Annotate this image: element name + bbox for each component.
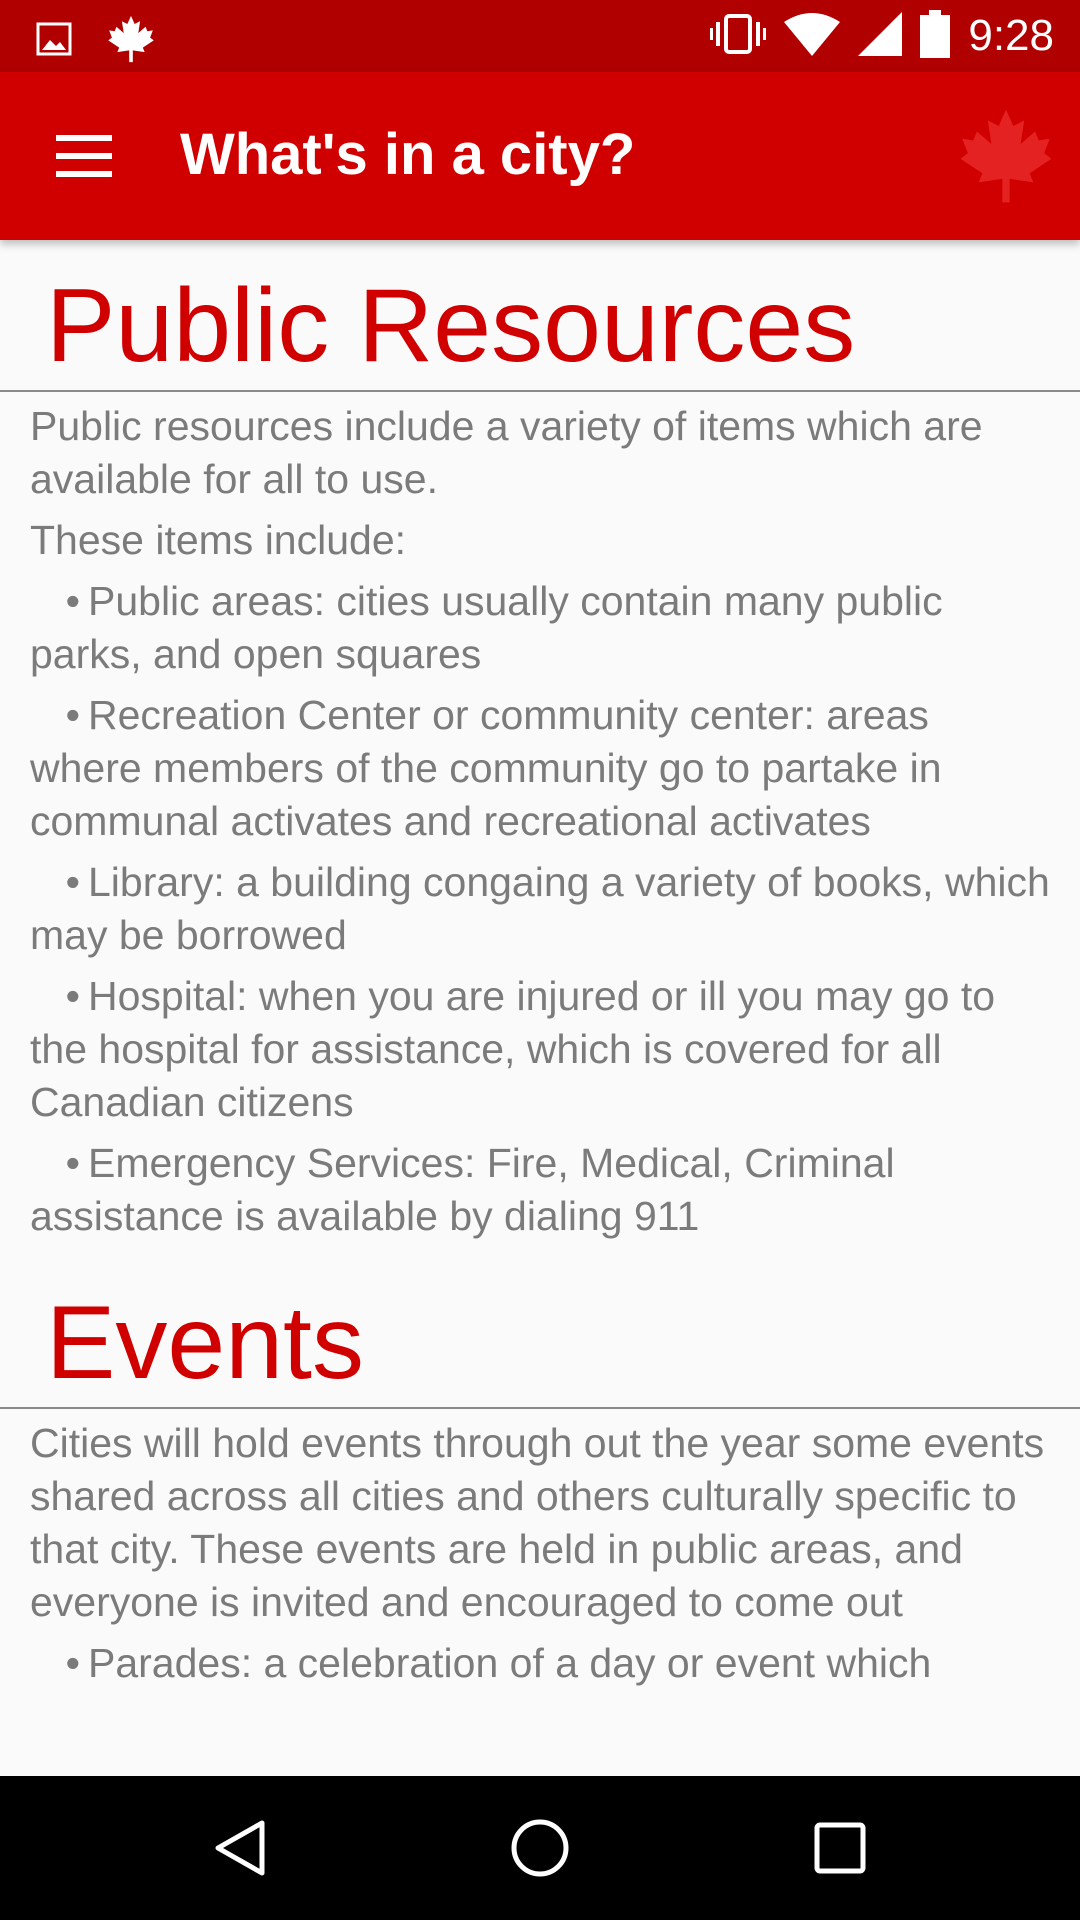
app-title: What's in a city?	[180, 122, 636, 187]
maple-leaf-icon	[108, 14, 154, 69]
list-item: • Emergency Services: Fire, Medical, Crim…	[30, 1140, 895, 1239]
back-triangle-icon[interactable]	[204, 1812, 276, 1884]
content-scroll[interactable]: Public Resources Public resources includ…	[0, 240, 1080, 1776]
wifi-icon	[784, 12, 841, 61]
status-time: 9:28	[968, 11, 1054, 60]
list-item: • Recreation Center or community center: …	[30, 692, 942, 844]
section-heading-public-resources: Public Resources	[46, 268, 856, 384]
events-intro: Cities will hold events through out the …	[30, 1420, 1045, 1625]
hamburger-menu-icon[interactable]	[44, 124, 124, 188]
list-item: • Parades: a celebration of a day or even…	[65, 1640, 932, 1686]
public-resources-list-intro: These items include:	[30, 517, 407, 563]
maple-leaf-logo-icon	[960, 106, 1052, 211]
list-item: • Hospital: when you are injured or ill y…	[30, 973, 996, 1125]
section-heading-events: Events	[46, 1285, 364, 1401]
list-item: • Public areas: cities usually contain ma…	[30, 578, 943, 677]
home-circle-icon[interactable]	[504, 1812, 576, 1884]
image-icon	[36, 22, 72, 61]
list-item: • Library: a building congaing a variety …	[30, 859, 1050, 958]
battery-icon	[920, 9, 951, 63]
cell-signal-icon	[858, 11, 903, 61]
app-bar: What's in a city?	[0, 72, 1080, 240]
vibrate-icon	[710, 12, 767, 61]
public-resources-intro: Public resources include a variety of it…	[30, 403, 983, 502]
recents-square-icon[interactable]	[804, 1812, 876, 1884]
navigation-bar	[0, 1776, 1080, 1920]
status-bar: 9:28	[0, 0, 1080, 72]
